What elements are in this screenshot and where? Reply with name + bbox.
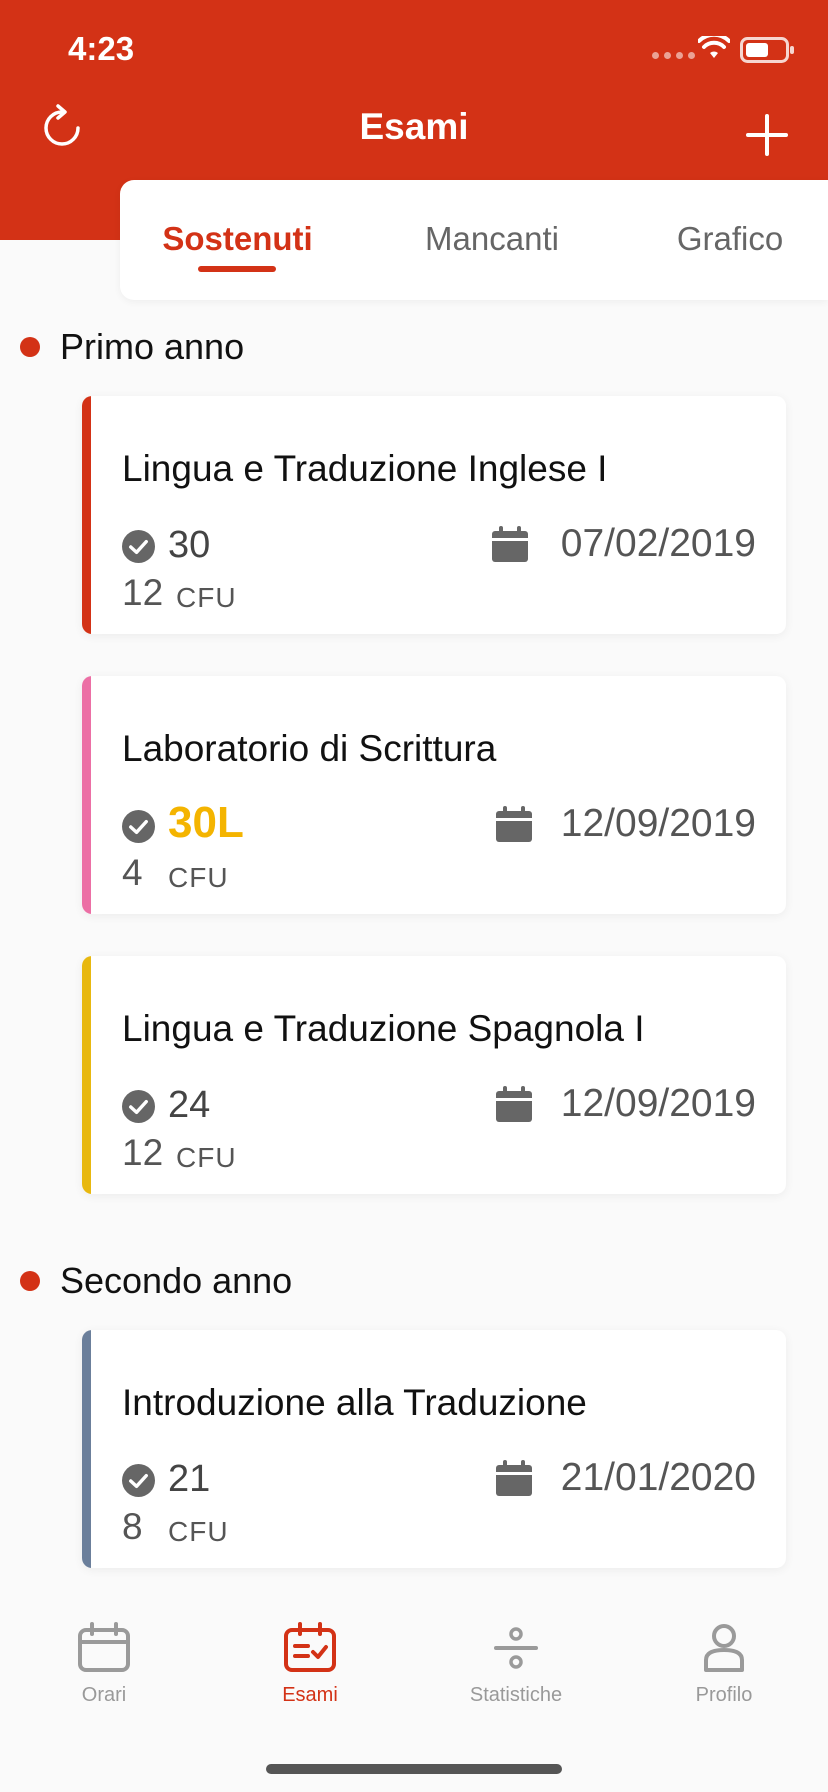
check-circle-icon [122, 1464, 155, 1497]
section-secondo-anno: Secondo anno [20, 1260, 292, 1302]
nav-label: Esami [282, 1684, 338, 1706]
exam-grade: 30 [168, 524, 211, 566]
cfu-label: CFU [176, 582, 237, 613]
exam-grade: 30L [168, 798, 244, 847]
home-indicator[interactable] [266, 1764, 562, 1774]
section-title: Primo anno [60, 326, 245, 367]
segment-tabs: Sostenuti Mancanti Grafico [120, 180, 828, 300]
bottom-tab-bar: Orari Esami Statistiche Profilo [0, 1600, 828, 1750]
exam-name: Laboratorio di Scrittura [122, 728, 497, 769]
nav-item-esami[interactable]: Esami [230, 1622, 390, 1707]
nav-item-orari[interactable]: Orari [24, 1622, 184, 1707]
section-dot [20, 337, 40, 357]
exam-cfu: 8 [122, 1506, 143, 1547]
exam-icon [284, 1622, 336, 1672]
exam-date: 12/09/2019 [560, 1082, 756, 1125]
section-dot [20, 1271, 40, 1291]
check-circle-icon [122, 810, 155, 843]
exam-date: 07/02/2019 [560, 522, 756, 565]
exam-name: Introduzione alla Traduzione [122, 1382, 587, 1423]
card-color-bar [82, 676, 91, 914]
signal-icon [652, 52, 695, 59]
exam-cfu: 12 [122, 572, 164, 613]
exam-date: 12/09/2019 [560, 802, 756, 845]
plus-icon[interactable] [742, 110, 792, 160]
tab-sostenuti[interactable]: Sostenuti [150, 220, 325, 258]
nav-label: Profilo [695, 1684, 753, 1706]
exam-card[interactable]: Introduzione alla Traduzione 21 8 CFU 21… [82, 1330, 786, 1568]
section-title: Secondo anno [60, 1260, 293, 1301]
exam-cfu: 12 [122, 1132, 164, 1173]
cfu-label: CFU [168, 1516, 229, 1547]
check-circle-icon [122, 530, 155, 563]
tab-grafico[interactable]: Grafico [640, 220, 820, 258]
profile-icon [704, 1624, 744, 1672]
cfu-label: CFU [176, 1142, 237, 1173]
card-color-bar [82, 1330, 91, 1568]
exam-cfu: 4 [122, 852, 143, 893]
exam-name: Lingua e Traduzione Inglese I [122, 448, 608, 489]
nav-label: Statistiche [469, 1684, 563, 1706]
nav-item-statistiche[interactable]: Statistiche [436, 1622, 596, 1707]
exam-card[interactable]: Lingua e Traduzione Inglese I 30 12 CFU … [82, 396, 786, 634]
card-color-bar [82, 956, 91, 1194]
calendar-icon [78, 1622, 130, 1672]
calendar-icon [496, 1086, 532, 1122]
calendar-icon [496, 1460, 532, 1496]
check-circle-icon [122, 1090, 155, 1123]
active-tab-indicator [198, 266, 276, 272]
calendar-icon [492, 526, 528, 562]
exam-date: 21/01/2020 [560, 1456, 756, 1499]
exam-card[interactable]: Laboratorio di Scrittura 30L 4 CFU 12/09… [82, 676, 786, 914]
tab-mancanti[interactable]: Mancanti [392, 220, 592, 258]
calendar-icon [496, 806, 532, 842]
divide-icon [494, 1627, 538, 1669]
section-primo-anno: Primo anno [20, 326, 244, 368]
status-time: 4:23 [68, 30, 135, 67]
cfu-label: CFU [168, 862, 229, 893]
exam-name: Lingua e Traduzione Spagnola I [122, 1008, 645, 1049]
nav-label: Orari [81, 1684, 127, 1706]
card-color-bar [82, 396, 91, 634]
page-title: Esami [359, 106, 469, 147]
exam-grade: 24 [168, 1084, 211, 1126]
exam-grade: 21 [168, 1458, 211, 1500]
nav-item-profilo[interactable]: Profilo [644, 1622, 804, 1707]
exam-card[interactable]: Lingua e Traduzione Spagnola I 24 12 CFU… [82, 956, 786, 1194]
wifi-icon [698, 36, 730, 58]
battery-icon [740, 37, 794, 63]
